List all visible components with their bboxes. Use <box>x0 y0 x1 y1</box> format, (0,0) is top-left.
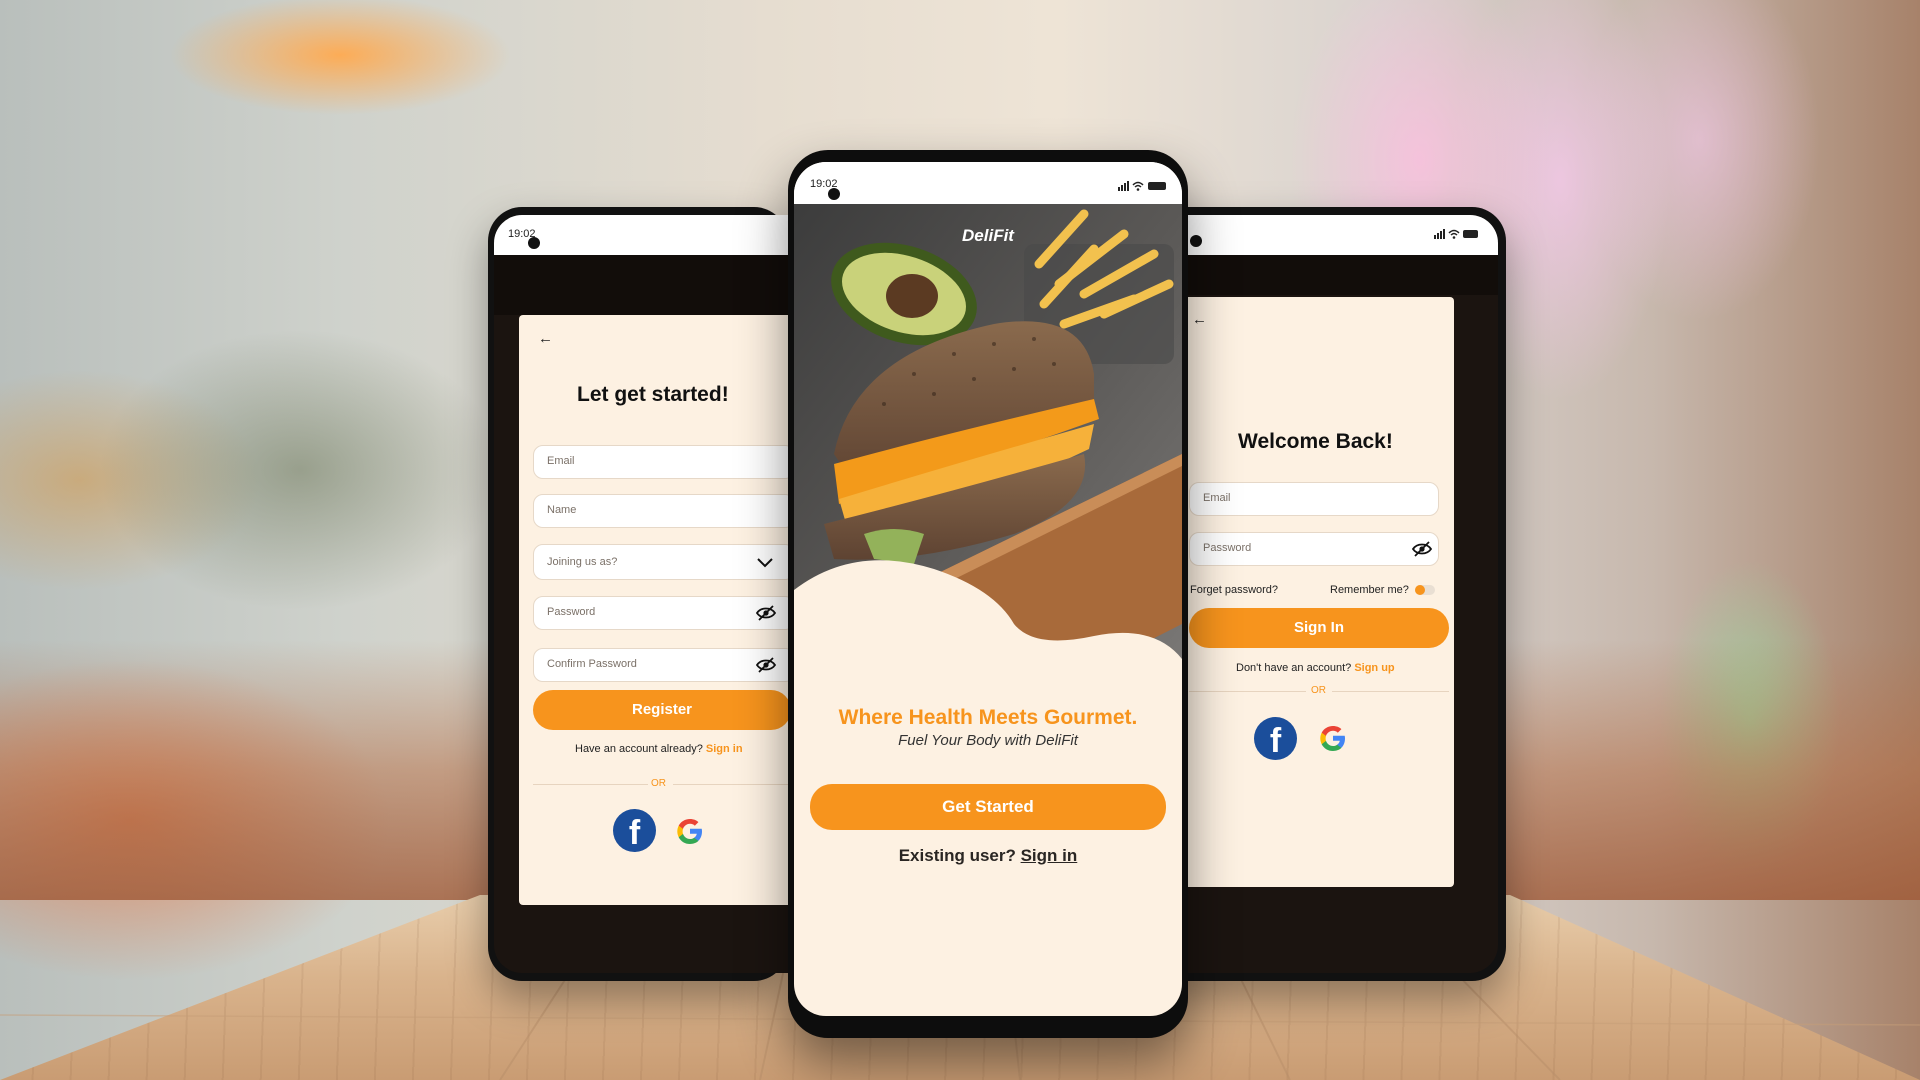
or-divider-left <box>1189 691 1306 692</box>
google-icon[interactable] <box>1315 720 1351 756</box>
center-phone: 19:02 DeliFit Where Health Meets Gourmet… <box>788 150 1188 1038</box>
left-phone-screen: 19:02 ← Let get started! Email Name Join… <box>494 215 794 973</box>
or-divider-left <box>533 784 648 785</box>
signal-wifi-battery-icon <box>1434 229 1478 239</box>
register-card: ← Let get started! Email Name Joining us… <box>519 315 794 905</box>
password-placeholder: Password <box>547 606 596 618</box>
have-account-row: Have an account already? Sign in <box>519 743 794 755</box>
remember-me-toggle[interactable] <box>1415 585 1435 595</box>
forgot-password-link[interactable]: Forget password? <box>1190 584 1278 596</box>
right-phone: ← Welcome Back! Email Password Forget pa… <box>1138 207 1506 981</box>
eye-off-icon[interactable] <box>756 605 776 621</box>
password-field[interactable]: Password <box>533 596 794 630</box>
facebook-icon[interactable]: f <box>613 809 656 852</box>
name-placeholder: Name <box>547 504 577 516</box>
or-label: OR <box>651 778 666 789</box>
email-placeholder: Email <box>547 455 575 467</box>
joining-placeholder: Joining us as? <box>547 556 618 568</box>
brand-logo: DeliFit <box>962 226 1014 245</box>
email-placeholder: Email <box>1203 492 1231 504</box>
joining-as-select[interactable]: Joining us as? <box>533 544 794 580</box>
eye-off-icon[interactable] <box>756 657 776 673</box>
front-camera <box>828 188 840 200</box>
password-placeholder: Password <box>1203 542 1252 554</box>
register-button[interactable]: Register <box>533 690 791 730</box>
dark-header-strip <box>494 255 794 315</box>
password-field[interactable]: Password <box>1189 532 1439 566</box>
or-divider-right <box>1332 691 1449 692</box>
name-field[interactable]: Name <box>533 494 794 528</box>
signin-link[interactable]: Sign in <box>1021 846 1078 865</box>
headline: Where Health Meets Gourmet. <box>838 706 1138 729</box>
remember-me-label: Remember me? <box>1330 584 1409 596</box>
get-started-button[interactable]: Get Started <box>810 784 1166 830</box>
dark-header-strip <box>1180 255 1498 295</box>
signup-link[interactable]: Sign up <box>1354 662 1394 674</box>
signin-card: ← Welcome Back! Email Password Forget pa… <box>1180 297 1454 887</box>
center-phone-screen: 19:02 DeliFit Where Health Meets Gourmet… <box>794 162 1182 1016</box>
google-icon[interactable] <box>672 813 708 849</box>
have-account-text: Have an account already? <box>575 743 703 755</box>
hero-food-image <box>794 204 1182 704</box>
no-account-row: Don't have an account? Sign up <box>1180 662 1454 674</box>
chevron-down-icon <box>757 558 773 568</box>
subline: Fuel Your Body with DeliFit <box>898 732 1078 749</box>
existing-user-text: Existing user? <box>898 846 1016 865</box>
or-divider-right <box>673 784 791 785</box>
email-field[interactable]: Email <box>533 445 794 479</box>
page-title: Welcome Back! <box>1238 430 1393 453</box>
front-camera <box>528 237 540 249</box>
confirm-password-field[interactable]: Confirm Password <box>533 648 794 682</box>
existing-user-row: Existing user? Sign in <box>794 846 1182 866</box>
signal-wifi-battery-icon <box>1118 181 1166 191</box>
or-label: OR <box>1311 685 1326 696</box>
back-arrow-icon[interactable]: ← <box>538 330 553 347</box>
confirm-password-placeholder: Confirm Password <box>547 658 637 670</box>
eye-off-icon[interactable] <box>1412 541 1432 557</box>
right-status-bar <box>1180 215 1498 255</box>
right-phone-screen: ← Welcome Back! Email Password Forget pa… <box>1180 215 1498 973</box>
front-camera <box>1190 235 1202 247</box>
back-arrow-icon[interactable]: ← <box>1192 311 1207 328</box>
left-phone: 19:02 ← Let get started! Email Name Join… <box>488 207 794 981</box>
left-status-bar: 19:02 <box>494 215 794 255</box>
facebook-icon[interactable]: f <box>1254 717 1297 760</box>
signin-link[interactable]: Sign in <box>706 743 743 755</box>
page-title: Let get started! <box>577 383 729 406</box>
center-status-bar: 19:02 <box>794 162 1182 204</box>
email-field[interactable]: Email <box>1189 482 1439 516</box>
signin-button[interactable]: Sign In <box>1189 608 1449 648</box>
toggle-knob <box>1415 585 1425 595</box>
status-icons <box>1434 228 1480 243</box>
no-account-text: Don't have an account? <box>1236 662 1352 674</box>
